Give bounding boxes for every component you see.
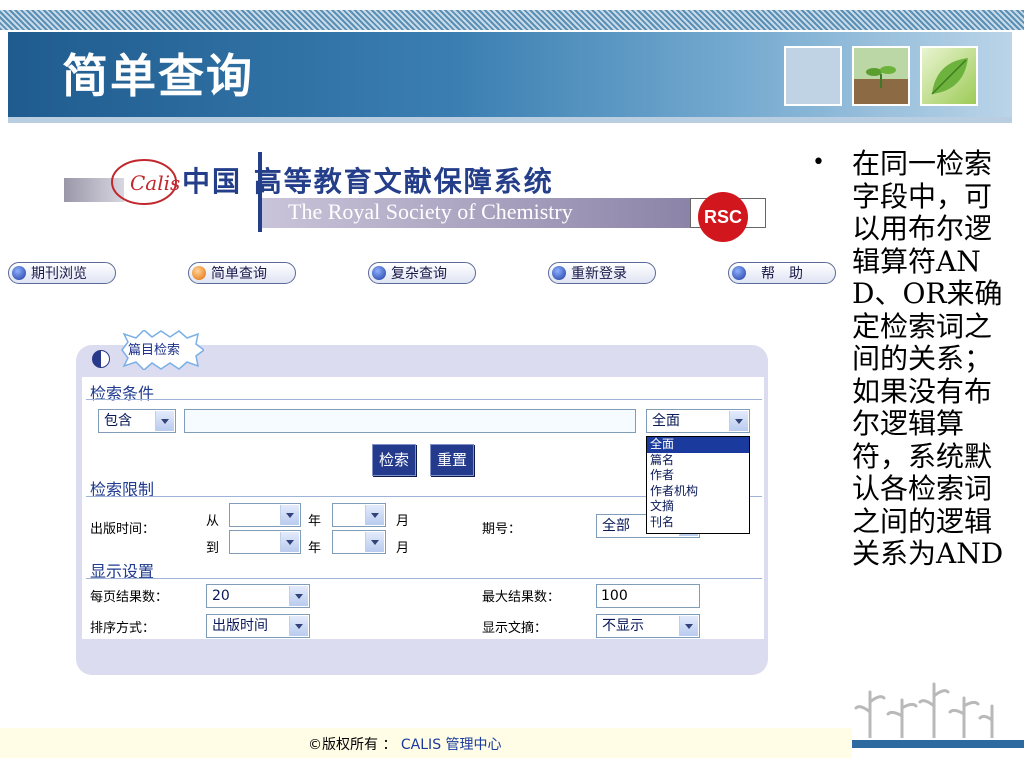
rsc-cn-title: 中国 高等教育文献保障系统 <box>182 165 554 198</box>
nav-label: 帮 助 <box>761 266 803 282</box>
sprouts-decoration <box>854 682 994 738</box>
field-option-all[interactable]: 全面 <box>647 437 749 453</box>
banner-underline <box>8 117 1012 123</box>
match-select[interactable]: 包含 <box>98 409 176 433</box>
per-page-value: 20 <box>212 588 230 604</box>
month-label: 月 <box>396 514 410 529</box>
nav-label: 期刊浏览 <box>31 266 87 282</box>
match-select-value: 包含 <box>104 413 132 429</box>
field-option-author[interactable]: 作者 <box>647 468 749 484</box>
nav-advanced-search-button[interactable]: 复杂查询 <box>368 262 476 284</box>
header-stripe <box>0 10 1024 30</box>
bottom-accent-bar <box>852 740 1024 748</box>
field-option-journal[interactable]: 刊名 <box>647 515 749 531</box>
nav-simple-search-button[interactable]: 简单查询 <box>188 262 296 284</box>
calis-logo-text: Calis <box>130 171 180 195</box>
decor-thumb-blank <box>784 46 842 106</box>
abstract-select[interactable]: 不显示 <box>596 614 700 638</box>
copyright-text: ©版权所有 ： <box>308 737 397 753</box>
conditions-title: 检索条件 <box>90 384 155 403</box>
nav-bullet-icon <box>552 266 566 280</box>
abstract-label: 显示文摘： <box>482 621 548 636</box>
issue-select-value: 全部 <box>602 518 630 534</box>
chevron-down-icon <box>155 411 174 431</box>
search-query-input[interactable] <box>184 409 636 433</box>
slide-title: 简单查询 <box>62 49 254 103</box>
bullet-text: 在同一检索字段中，可以用布尔逻辑算符AND、OR来确定检索词之间的关系；如果没有… <box>852 147 1004 570</box>
chevron-down-icon <box>679 616 698 636</box>
field-select[interactable]: 全面 <box>646 409 750 433</box>
calis-logo: Calis <box>111 159 180 205</box>
field-dropdown-list: 全面 篇名 作者 作者机构 文摘 刊名 <box>646 436 750 534</box>
pub-time-label: 出版时间： <box>90 522 156 537</box>
section-rule <box>86 578 762 579</box>
chevron-down-icon <box>280 505 299 525</box>
nav-help-button[interactable]: 帮 助 <box>728 262 836 284</box>
seedling-image <box>852 46 910 106</box>
from-label: 从 <box>206 514 220 529</box>
sort-value: 出版时间 <box>212 618 268 634</box>
chevron-down-icon <box>729 411 748 431</box>
section-rule <box>86 399 762 400</box>
abstract-value: 不显示 <box>602 618 644 634</box>
chevron-down-icon <box>280 532 299 552</box>
year-label: 年 <box>308 541 322 556</box>
max-results-input[interactable]: 100 <box>596 584 700 608</box>
nav-bullet-icon <box>192 266 206 280</box>
chevron-down-icon <box>365 532 384 552</box>
field-option-affiliation[interactable]: 作者机构 <box>647 484 749 500</box>
chevron-down-icon <box>289 586 308 606</box>
article-search-tab[interactable]: 篇目检索 <box>128 339 180 358</box>
nav-label: 简单查询 <box>211 266 267 282</box>
per-page-label: 每页结果数： <box>90 590 169 605</box>
field-select-value: 全面 <box>652 413 680 429</box>
nav-relogin-button[interactable]: 重新登录 <box>548 262 656 284</box>
nav-bullet-icon <box>12 266 26 280</box>
year-label: 年 <box>308 514 322 529</box>
from-month-select[interactable] <box>332 503 386 527</box>
leaf-image <box>920 46 978 106</box>
sort-label: 排序方式： <box>90 621 156 636</box>
nav-bullet-icon <box>732 266 746 280</box>
month-label: 月 <box>396 541 410 556</box>
rsc-badge: RSC <box>698 192 748 242</box>
chevron-down-icon <box>289 616 308 636</box>
nav-journal-browse-button[interactable]: 期刊浏览 <box>8 262 116 284</box>
nav-bullet-icon <box>372 266 386 280</box>
half-moon-icon <box>92 350 110 368</box>
footer-owner: CALIS 管理中心 <box>400 737 502 753</box>
to-label: 到 <box>206 541 220 556</box>
per-page-select[interactable]: 20 <box>206 584 310 608</box>
from-year-select[interactable] <box>229 503 301 527</box>
bullet-dot: • <box>812 150 825 175</box>
to-year-select[interactable] <box>229 530 301 554</box>
field-option-title[interactable]: 篇名 <box>647 453 749 469</box>
field-option-abstract[interactable]: 文摘 <box>647 499 749 515</box>
reset-button[interactable]: 重置 <box>430 444 475 476</box>
nav-label: 复杂查询 <box>391 266 447 282</box>
sort-select[interactable]: 出版时间 <box>206 614 310 638</box>
footer: ©版权所有 ： CALIS 管理中心 <box>308 734 502 754</box>
chevron-down-icon <box>365 505 384 525</box>
to-month-select[interactable] <box>332 530 386 554</box>
issue-label: 期号： <box>482 522 522 537</box>
max-results-label: 最大结果数： <box>482 590 561 605</box>
search-button[interactable]: 检索 <box>372 444 417 476</box>
nav-label: 重新登录 <box>571 266 627 282</box>
rsc-en-title: The Royal Society of Chemistry <box>288 199 573 224</box>
